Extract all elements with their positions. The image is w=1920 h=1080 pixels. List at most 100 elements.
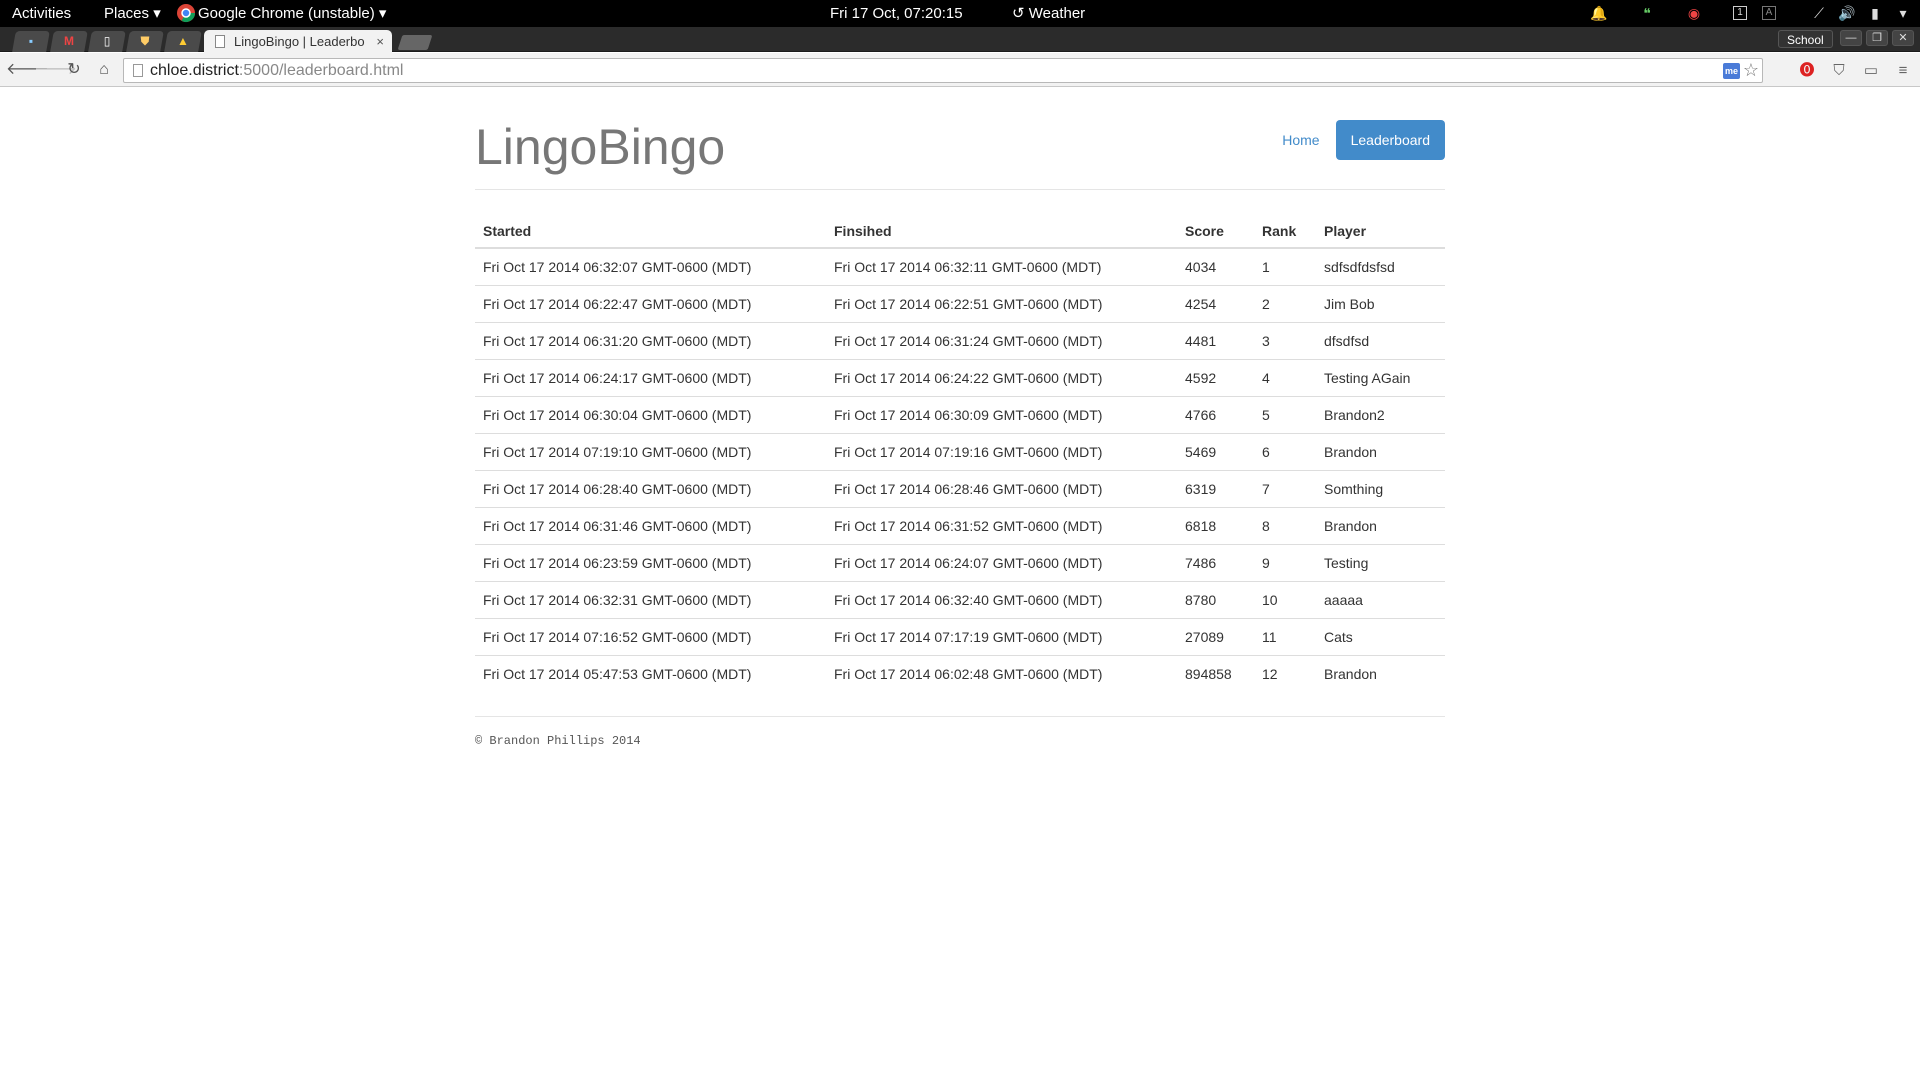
weather-indicator[interactable]: ↺ Weather: [1012, 0, 1085, 27]
cell-finished: Fri Oct 17 2014 06:30:09 GMT-0600 (MDT): [826, 396, 1177, 434]
pinned-tab-gmail[interactable]: M: [50, 31, 88, 52]
cell-player: Cats: [1316, 618, 1445, 656]
url-host: chloe.district: [150, 62, 239, 79]
cell-started: Fri Oct 17 2014 06:32:31 GMT-0600 (MDT): [475, 581, 826, 619]
forward-icon[interactable]: 🡒: [34, 58, 77, 82]
cell-started: Fri Oct 17 2014 06:22:47 GMT-0600 (MDT): [475, 285, 826, 323]
power-menu-icon[interactable]: ▾: [1894, 4, 1912, 22]
reload-icon[interactable]: ↻: [62, 58, 86, 82]
cell-rank: 11: [1254, 618, 1316, 656]
tab-strip: ▪ M ▯ ⛊ ▲ LingoBingo | Leaderbo ×: [0, 27, 1920, 53]
table-row: Fri Oct 17 2014 07:19:10 GMT-0600 (MDT) F…: [475, 433, 1445, 471]
table-row: Fri Oct 17 2014 06:31:20 GMT-0600 (MDT) F…: [475, 322, 1445, 360]
cell-rank: 10: [1254, 581, 1316, 619]
cell-score: 5469: [1177, 433, 1254, 471]
gmail-icon: M: [64, 34, 74, 48]
cell-player: Testing: [1316, 544, 1445, 582]
header-finished: Finsihed: [826, 210, 1177, 249]
battery-icon[interactable]: ▮: [1866, 4, 1884, 22]
table-row: Fri Oct 17 2014 06:23:59 GMT-0600 (MDT) F…: [475, 544, 1445, 582]
cell-score: 4254: [1177, 285, 1254, 323]
refresh-icon: ↺: [1012, 5, 1029, 22]
me-extension-icon[interactable]: me: [1723, 63, 1740, 79]
cell-score: 4592: [1177, 359, 1254, 397]
table-row: Fri Oct 17 2014 06:32:07 GMT-0600 (MDT) F…: [475, 248, 1445, 286]
workspace-1-icon[interactable]: 1: [1733, 6, 1747, 20]
close-icon[interactable]: ×: [376, 30, 384, 53]
drive-icon: ▲: [177, 34, 189, 48]
nav-leaderboard-link[interactable]: Leaderboard: [1335, 120, 1445, 160]
address-bar[interactable]: chloe.district:5000/leaderboard.html me …: [123, 58, 1763, 83]
hangouts-icon[interactable]: ❝: [1638, 4, 1656, 22]
new-tab-button[interactable]: [397, 35, 433, 50]
cell-finished: Fri Oct 17 2014 07:19:16 GMT-0600 (MDT): [826, 433, 1177, 471]
activities-button[interactable]: Activities: [12, 0, 71, 27]
url-text[interactable]: chloe.district:5000/leaderboard.html: [150, 59, 403, 82]
cell-score: 4481: [1177, 322, 1254, 360]
cell-finished: Fri Oct 17 2014 06:32:11 GMT-0600 (MDT): [834, 259, 1102, 275]
keyboard-layout-icon[interactable]: A: [1762, 6, 1776, 20]
cell-finished: Fri Oct 17 2014 07:17:19 GMT-0600 (MDT): [826, 618, 1177, 656]
home-icon[interactable]: ⌂: [92, 58, 116, 82]
cell-finished: Fri Oct 17 2014 06:02:48 GMT-0600 (MDT): [826, 655, 1177, 693]
pinned-tab-docs[interactable]: ▯: [88, 31, 126, 52]
network-icon[interactable]: ⟋: [1810, 4, 1828, 22]
site-brand: LingoBingo: [475, 119, 726, 175]
cell-rank: 8: [1254, 507, 1316, 545]
cell-started: Fri Oct 17 2014 06:28:40 GMT-0600 (MDT): [475, 470, 826, 508]
header-player: Player: [1316, 210, 1445, 249]
pinned-tab-1[interactable]: ▪: [12, 31, 50, 52]
table-row: Fri Oct 17 2014 06:24:17 GMT-0600 (MDT) F…: [475, 359, 1445, 397]
back-icon[interactable]: 🡐: [6, 58, 49, 82]
cell-rank: 2: [1254, 285, 1316, 323]
minimize-button[interactable]: —: [1840, 30, 1862, 46]
tab-leaderboard[interactable]: LingoBingo | Leaderbo ×: [204, 30, 392, 53]
header-score: Score: [1177, 210, 1254, 249]
bell-icon[interactable]: 🔔: [1590, 4, 1608, 22]
cell-started: Fri Oct 17 2014 06:31:20 GMT-0600 (MDT): [475, 322, 826, 360]
cell-score: 894858: [1177, 655, 1254, 693]
restore-button[interactable]: ❐: [1866, 30, 1888, 46]
table-row: Fri Oct 17 2014 06:31:46 GMT-0600 (MDT) F…: [475, 507, 1445, 545]
volume-icon[interactable]: 🔊: [1838, 4, 1856, 22]
pinned-tab-drive[interactable]: ▲: [164, 31, 202, 52]
table-row: Fri Oct 17 2014 06:32:31 GMT-0600 (MDT) F…: [475, 581, 1445, 619]
pinned-tab-shield[interactable]: ⛊: [126, 31, 164, 52]
menu-icon[interactable]: ≡: [1894, 62, 1912, 80]
chrome-tray-icon[interactable]: ◉: [1685, 4, 1703, 22]
page-icon: [133, 64, 143, 77]
site-footer: © Brandon Phillips 2014: [475, 715, 1445, 748]
cell-finished: Fri Oct 17 2014 06:32:40 GMT-0600 (MDT): [826, 581, 1177, 619]
nav-home-link[interactable]: Home: [1282, 120, 1319, 160]
app-menu[interactable]: Google Chrome (unstable) ▾: [198, 0, 386, 27]
browser-toolbar: 🡐 🡒 ↻ ⌂ chloe.district:5000/leaderboard.…: [0, 53, 1920, 87]
cell-player: Somthing: [1316, 470, 1445, 508]
cell-rank: 12: [1254, 655, 1316, 693]
weather-label: Weather: [1028, 5, 1086, 22]
table-row: Fri Oct 17 2014 05:47:53 GMT-0600 (MDT) F…: [475, 655, 1445, 693]
cell-player: Brandon2: [1316, 396, 1445, 434]
page-icon: [215, 35, 225, 48]
profile-button[interactable]: School: [1778, 30, 1833, 48]
cell-score: 4034: [1185, 259, 1217, 275]
cell-player: sdfsdfdsfsd: [1324, 259, 1395, 275]
cell-score: 6319: [1177, 470, 1254, 508]
angular-extension-icon[interactable]: ⛉: [1830, 62, 1848, 80]
cell-started: Fri Oct 17 2014 06:24:17 GMT-0600 (MDT): [475, 359, 826, 397]
close-window-button[interactable]: ✕: [1892, 30, 1914, 46]
cell-rank: 1: [1262, 259, 1270, 275]
table-row: Fri Oct 17 2014 07:16:52 GMT-0600 (MDT) F…: [475, 618, 1445, 656]
cell-finished: Fri Oct 17 2014 06:22:51 GMT-0600 (MDT): [826, 285, 1177, 323]
gnome-top-bar: Activities Places ▾ Google Chrome (unsta…: [0, 0, 1920, 27]
bookmark-star-icon[interactable]: ☆: [1743, 59, 1759, 82]
tab-title: LingoBingo | Leaderbo: [234, 34, 365, 49]
cast-icon[interactable]: ▭: [1862, 62, 1880, 80]
url-path: :5000/leaderboard.html: [238, 62, 404, 79]
opera-extension-icon[interactable]: ⓿: [1798, 62, 1816, 80]
chrome-app-icon: [176, 0, 196, 27]
cell-started: Fri Oct 17 2014 06:30:04 GMT-0600 (MDT): [475, 396, 826, 434]
cell-started: Fri Oct 17 2014 06:31:46 GMT-0600 (MDT): [475, 507, 826, 545]
places-menu[interactable]: Places ▾: [104, 0, 161, 27]
clock[interactable]: Fri 17 Oct, 07:20:15: [830, 0, 963, 27]
cell-finished: Fri Oct 17 2014 06:31:24 GMT-0600 (MDT): [826, 322, 1177, 360]
